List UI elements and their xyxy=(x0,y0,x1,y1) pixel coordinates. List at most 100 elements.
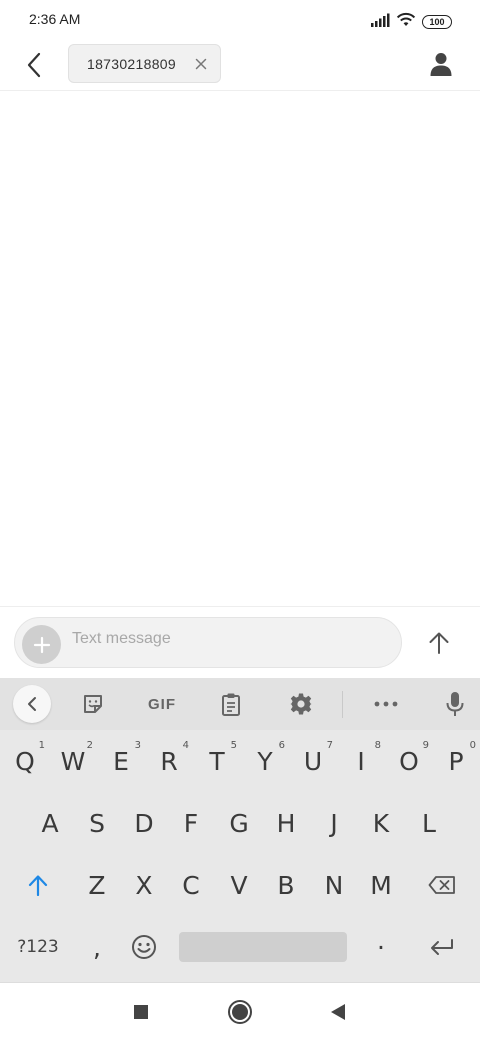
shift-arrow-icon xyxy=(28,875,48,896)
sticker-icon xyxy=(84,695,102,713)
key-h[interactable]: H xyxy=(262,792,310,854)
key-label: W xyxy=(60,746,86,776)
key-label: U xyxy=(303,746,323,776)
square-icon xyxy=(134,1005,148,1019)
gif-button[interactable]: GIF xyxy=(144,688,180,720)
signal-icon xyxy=(370,13,390,32)
key-g[interactable]: G xyxy=(215,792,263,854)
keyboard: G I F Q 1 W 2 E 3 R 4 T 5 Y 6 U 7 I 8 O 9 … xyxy=(0,678,480,982)
person-icon xyxy=(430,53,452,76)
key-hint: 3 xyxy=(134,740,141,751)
key-label: R xyxy=(160,746,178,776)
circle-icon xyxy=(228,1000,252,1024)
sticker-button[interactable] xyxy=(75,688,111,720)
key-u[interactable]: U7 xyxy=(288,730,338,792)
toolbar-back-button[interactable] xyxy=(13,685,51,723)
clipboard-button[interactable] xyxy=(213,688,249,720)
key-v[interactable]: V xyxy=(215,854,263,916)
voice-input-button[interactable] xyxy=(437,688,473,720)
recipient-chip[interactable]: 18730218809 xyxy=(68,44,221,83)
key-hint: 4 xyxy=(182,740,189,751)
key-o[interactable]: O9 xyxy=(384,730,434,792)
enter-key[interactable] xyxy=(416,916,468,978)
conversation-area xyxy=(0,91,480,606)
space-bar[interactable] xyxy=(179,932,347,962)
key-label: Y xyxy=(257,746,273,776)
comma-key[interactable]: , xyxy=(73,916,121,978)
keyboard-row-4: ?123 , · xyxy=(0,916,480,978)
key-q[interactable]: Q1 xyxy=(0,730,50,792)
plus-icon xyxy=(33,636,50,653)
key-label: T xyxy=(209,746,225,776)
key-c[interactable]: C xyxy=(167,854,215,916)
key-p[interactable]: P0 xyxy=(432,730,480,792)
key-label: Q xyxy=(15,746,35,776)
key-e[interactable]: E3 xyxy=(96,730,146,792)
backspace-icon xyxy=(428,876,455,894)
compose-bar xyxy=(0,606,480,678)
key-label: O xyxy=(399,746,419,776)
chevron-left-icon xyxy=(28,697,36,711)
settings-button[interactable] xyxy=(283,688,319,720)
key-x[interactable]: X xyxy=(120,854,168,916)
keyboard-toolbar: GIF xyxy=(0,678,480,730)
compose-field[interactable] xyxy=(14,617,402,668)
nav-back-button[interactable] xyxy=(323,997,353,1027)
key-d[interactable]: D xyxy=(120,792,168,854)
key-m[interactable]: M xyxy=(357,854,405,916)
microphone-icon xyxy=(446,692,464,716)
key-hint: 6 xyxy=(278,740,285,751)
more-horizontal-icon xyxy=(374,701,398,707)
key-r[interactable]: R4 xyxy=(144,730,194,792)
back-button[interactable] xyxy=(18,49,50,81)
recents-button[interactable] xyxy=(126,997,156,1027)
key-hint: 9 xyxy=(422,740,429,751)
key-a[interactable]: A xyxy=(26,792,74,854)
triangle-back-icon xyxy=(331,1004,345,1020)
key-hint: 7 xyxy=(326,740,333,751)
battery-icon: 100 xyxy=(422,15,452,29)
key-l[interactable]: L xyxy=(405,792,453,854)
message-input[interactable] xyxy=(72,628,372,650)
key-hint: 1 xyxy=(38,740,45,751)
chevron-left-icon xyxy=(27,52,41,78)
key-hint: 0 xyxy=(469,740,476,751)
keyboard-row-2: A S D F G H J K L xyxy=(0,792,480,854)
home-button[interactable] xyxy=(225,997,255,1027)
key-k[interactable]: K xyxy=(357,792,405,854)
arrow-up-icon xyxy=(429,632,449,654)
gear-icon xyxy=(290,693,312,715)
emoji-icon xyxy=(132,935,156,959)
contact-button[interactable] xyxy=(426,49,456,79)
send-button[interactable] xyxy=(422,626,456,660)
key-t[interactable]: T5 xyxy=(192,730,242,792)
status-icons: 100 xyxy=(370,12,452,32)
status-bar: 2:36 AM 100 xyxy=(0,0,480,40)
key-n[interactable]: N xyxy=(310,854,358,916)
key-w[interactable]: W2 xyxy=(48,730,98,792)
shift-key[interactable] xyxy=(14,854,62,916)
system-nav-bar xyxy=(0,982,480,1040)
key-y[interactable]: Y6 xyxy=(240,730,290,792)
attach-button[interactable] xyxy=(22,625,61,664)
key-b[interactable]: B xyxy=(262,854,310,916)
symbols-key[interactable]: ?123 xyxy=(8,916,68,978)
key-j[interactable]: J xyxy=(310,792,358,854)
more-button[interactable] xyxy=(368,688,404,720)
keyboard-row-3: Z X C V B N M xyxy=(0,854,480,916)
backspace-key[interactable] xyxy=(416,854,468,916)
period-key[interactable]: · xyxy=(357,916,405,978)
wifi-icon xyxy=(396,12,416,32)
key-s[interactable]: S xyxy=(73,792,121,854)
key-hint: 5 xyxy=(230,740,237,751)
key-z[interactable]: Z xyxy=(73,854,121,916)
key-f[interactable]: F xyxy=(167,792,215,854)
remove-recipient-button[interactable] xyxy=(192,55,210,73)
emoji-key[interactable] xyxy=(120,916,168,978)
key-i[interactable]: I8 xyxy=(336,730,386,792)
clipboard-icon xyxy=(222,693,240,716)
app-header: 18730218809 xyxy=(0,40,480,91)
key-label: P xyxy=(448,746,464,776)
key-label: I xyxy=(357,746,365,776)
recipient-number: 18730218809 xyxy=(87,56,176,72)
